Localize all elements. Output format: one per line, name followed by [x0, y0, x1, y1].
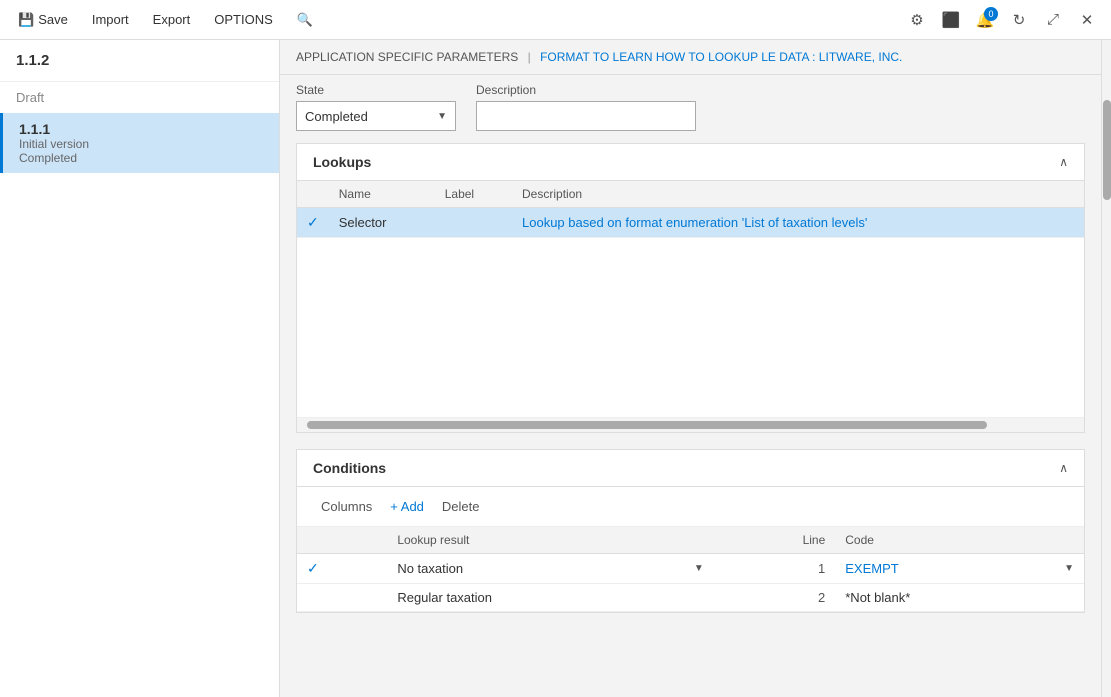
- cond-col-check: [297, 527, 387, 554]
- lookups-header: Lookups ∧: [297, 144, 1084, 181]
- description-field: Description: [476, 83, 696, 131]
- lookup-row-label: [435, 208, 512, 238]
- import-button[interactable]: Import: [82, 6, 139, 33]
- cond-row2-check: [297, 584, 387, 612]
- lookup-empty-row: [297, 238, 1084, 418]
- lookups-table-wrap: Name Label Description ✓ Selector: [297, 181, 1084, 418]
- lookups-table: Name Label Description ✓ Selector: [297, 181, 1084, 418]
- cond-row2-lookup-result: Regular taxation: [387, 584, 713, 612]
- popout-icon: ⤢: [1047, 11, 1059, 28]
- titlebar-right: ⚙ ⬛ 🔔 0 ↻ ⤢ ✕: [901, 4, 1103, 36]
- sidebar: 1.1.2 Draft 1.1.1 Initial version Comple…: [0, 40, 280, 697]
- lookup-col-check: [297, 181, 329, 208]
- conditions-table: Lookup result Line Code ✓ No taxation ▼: [297, 527, 1084, 612]
- settings-icon-button[interactable]: ⚙: [901, 4, 933, 36]
- conditions-panel: Conditions ∧ Columns + Add Delete: [296, 449, 1085, 613]
- lookups-header-row: Name Label Description: [297, 181, 1084, 208]
- condition-row-2[interactable]: Regular taxation 2 *Not blank*: [297, 584, 1084, 612]
- lookups-panel: Lookups ∧ Name Label Description: [296, 143, 1085, 433]
- state-dropdown-arrow: ▼: [437, 111, 447, 122]
- titlebar: 💾 Save Import Export OPTIONS 🔍 ⚙ ⬛ 🔔 0 ↻: [0, 0, 1111, 40]
- lookups-table-inner: Name Label Description ✓ Selector: [297, 181, 1084, 418]
- lookup-row-check: ✓: [297, 208, 329, 238]
- office-icon-button[interactable]: ⬛: [935, 4, 967, 36]
- checkmark-icon: ✓: [307, 214, 319, 230]
- notification-badge: 0: [984, 7, 998, 21]
- conditions-header-row: Lookup result Line Code: [297, 527, 1084, 554]
- state-value: Completed: [305, 109, 437, 124]
- description-input[interactable]: [476, 101, 696, 131]
- content-area: APPLICATION SPECIFIC PARAMETERS | FORMAT…: [280, 40, 1101, 697]
- breadcrumb: APPLICATION SPECIFIC PARAMETERS | FORMAT…: [280, 40, 1101, 75]
- code-dropdown-arrow-1[interactable]: ▼: [1064, 563, 1074, 574]
- notification-button[interactable]: 🔔 0: [969, 4, 1001, 36]
- condition-row-1[interactable]: ✓ No taxation ▼ 1 EXEMPT: [297, 554, 1084, 584]
- right-scrollbar-thumb: [1103, 100, 1111, 200]
- conditions-toolbar: Columns + Add Delete: [297, 487, 1084, 527]
- close-icon: ✕: [1081, 11, 1094, 29]
- cond-col-code: Code: [835, 527, 1084, 554]
- sidebar-item-version: 1.1.1: [19, 121, 263, 137]
- export-button[interactable]: Export: [143, 6, 201, 33]
- search-icon: 🔍: [297, 12, 313, 28]
- cond-row2-line: 2: [714, 584, 836, 612]
- lookup-col-description: Description: [512, 181, 1084, 208]
- result-cell-1: No taxation ▼: [397, 561, 703, 576]
- lookup-row-name: Selector: [329, 208, 435, 238]
- delete-button[interactable]: Delete: [434, 495, 488, 518]
- state-select[interactable]: Completed ▼: [296, 101, 456, 131]
- sidebar-item-subtitle: Initial version: [19, 137, 263, 151]
- conditions-header: Conditions ∧: [297, 450, 1084, 487]
- main-layout: 1.1.2 Draft 1.1.1 Initial version Comple…: [0, 40, 1111, 697]
- params-bar: State Completed ▼ Description: [280, 75, 1101, 143]
- cond-col-line: Line: [714, 527, 836, 554]
- description-label: Description: [476, 83, 696, 97]
- columns-button[interactable]: Columns: [313, 495, 380, 518]
- office-icon: ⬛: [942, 11, 961, 29]
- lookup-row-description: Lookup based on format enumeration 'List…: [512, 208, 1084, 238]
- save-icon: 💾: [18, 12, 34, 28]
- lookup-col-label: Label: [435, 181, 512, 208]
- popout-button[interactable]: ⤢: [1037, 4, 1069, 36]
- options-button[interactable]: OPTIONS: [204, 6, 283, 33]
- result-dropdown-arrow-1[interactable]: ▼: [694, 563, 704, 574]
- sidebar-version-item[interactable]: 1.1.1 Initial version Completed: [0, 113, 279, 173]
- add-button[interactable]: + Add: [382, 495, 432, 518]
- breadcrumb-part1: APPLICATION SPECIFIC PARAMETERS: [296, 50, 518, 64]
- lookup-scrollbar-thumb: [307, 421, 987, 429]
- titlebar-left: 💾 Save Import Export OPTIONS 🔍: [8, 6, 323, 34]
- main-content: Lookups ∧ Name Label Description: [280, 143, 1101, 697]
- code-dropdown-1: EXEMPT ▼: [845, 561, 1074, 576]
- sidebar-version: 1.1.2: [0, 40, 279, 82]
- conditions-collapse-button[interactable]: ∧: [1059, 461, 1068, 475]
- cond-col-lookup-result: Lookup result: [387, 527, 713, 554]
- right-scrollbar[interactable]: [1101, 40, 1111, 697]
- checkmark-icon: ✓: [307, 560, 319, 576]
- refresh-button[interactable]: ↻: [1003, 4, 1035, 36]
- conditions-title: Conditions: [313, 460, 386, 476]
- sidebar-draft-item[interactable]: Draft: [0, 82, 279, 113]
- cond-row1-check: ✓: [297, 554, 387, 584]
- sidebar-item-status: Completed: [19, 151, 263, 165]
- breadcrumb-part2[interactable]: FORMAT TO LEARN HOW TO LOOKUP LE DATA : …: [540, 50, 902, 64]
- refresh-icon: ↻: [1013, 11, 1026, 29]
- state-label: State: [296, 83, 456, 97]
- lookups-title: Lookups: [313, 154, 371, 170]
- state-field: State Completed ▼: [296, 83, 456, 131]
- cond-row1-code: EXEMPT ▼: [835, 554, 1084, 584]
- lookup-row[interactable]: ✓ Selector Lookup based on format enumer…: [297, 208, 1084, 238]
- lookup-col-name: Name: [329, 181, 435, 208]
- cond-row1-line: 1: [714, 554, 836, 584]
- save-button[interactable]: 💾 Save: [8, 6, 78, 34]
- lookup-scrollbar[interactable]: [297, 418, 1084, 432]
- breadcrumb-separator: |: [528, 50, 531, 64]
- close-button[interactable]: ✕: [1071, 4, 1103, 36]
- cond-row1-lookup-result: No taxation ▼: [387, 554, 713, 584]
- cond-row2-code: *Not blank*: [835, 584, 1084, 612]
- settings-icon: ⚙: [910, 11, 923, 29]
- lookups-collapse-button[interactable]: ∧: [1059, 155, 1068, 169]
- search-button[interactable]: 🔍: [287, 6, 323, 34]
